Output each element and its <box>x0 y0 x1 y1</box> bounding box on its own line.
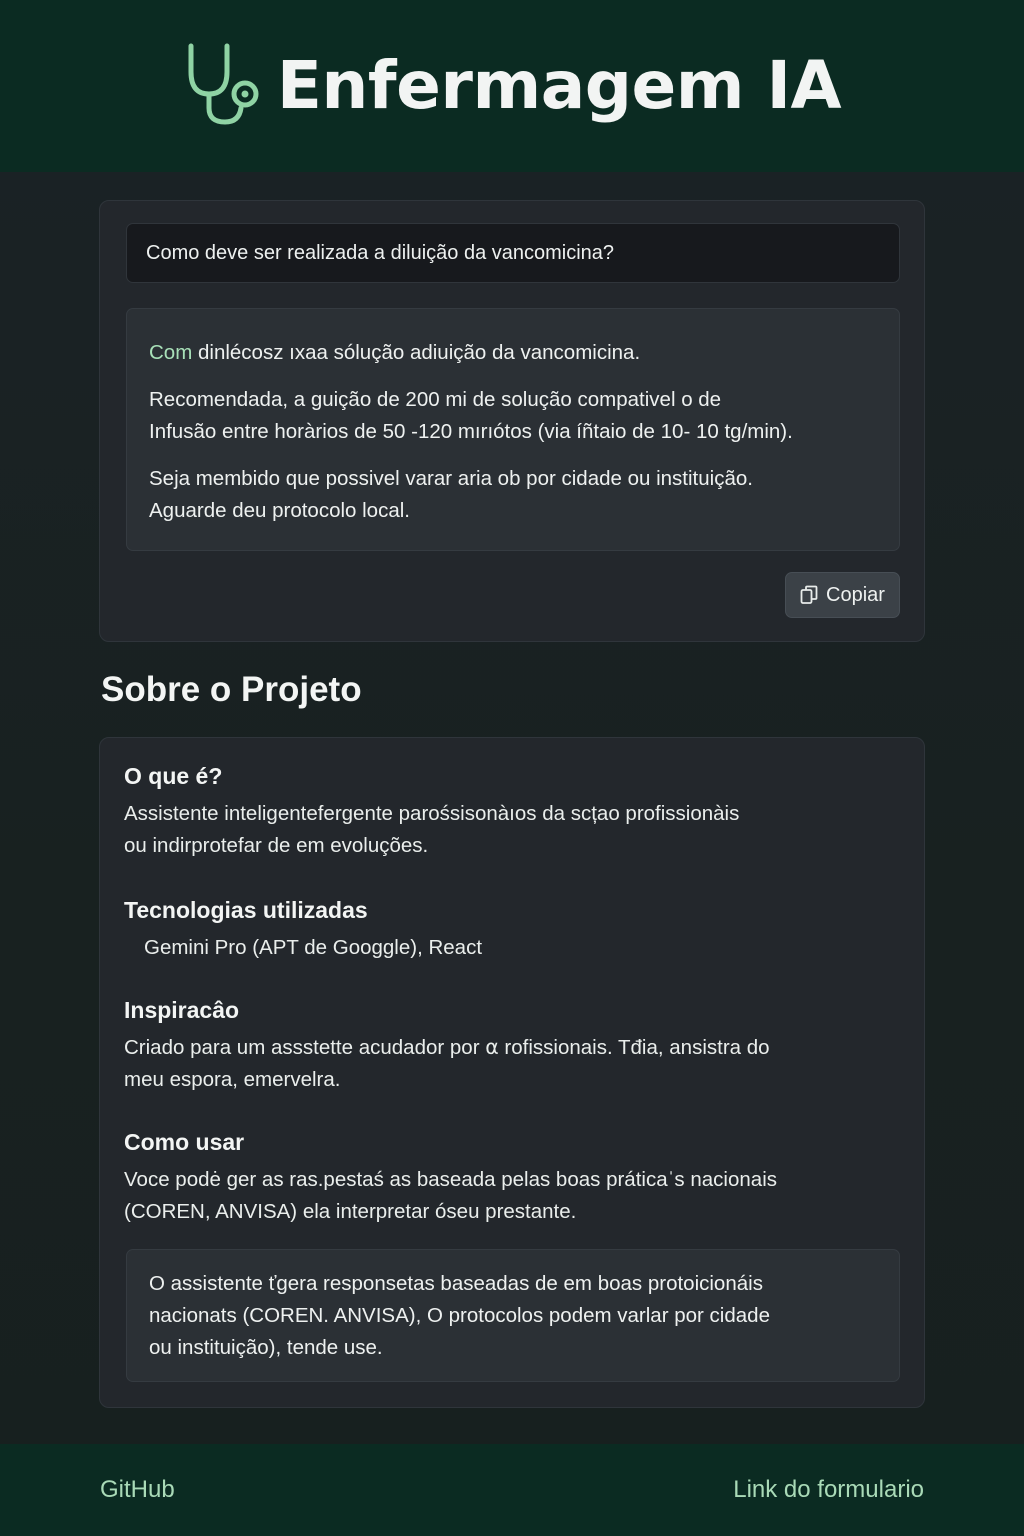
app-header: Enfermagem IA <box>0 0 1024 172</box>
chat-card: Como deve ser realizada a diluição da va… <box>99 200 925 642</box>
brand: Enfermagem IA <box>183 42 842 128</box>
about-inspiration-line-1: Criado para um assstette acudador por ⍺ … <box>124 1036 770 1059</box>
disclaimer-line-2: nacionats (COREN. ANVISA), O protocolos … <box>149 1304 770 1327</box>
about-inspiration-heading: Inspiracâo <box>124 997 240 1023</box>
about-tech-heading: Tecnologias utilizadas <box>124 897 368 923</box>
about-what-section: O que é? Assistente inteligentefergente … <box>124 762 884 862</box>
about-usage-line-2: (COREN, ANVISA) ela interpretar óseu pre… <box>124 1200 577 1223</box>
answer-box: Com dinlécosz ıxaa sólução adiuição da v… <box>126 308 900 551</box>
about-what-heading: O que é? <box>124 763 223 789</box>
question-text: Como deve ser realizada a diluição da va… <box>146 241 615 264</box>
about-usage-line-1: Voce podė ger as ras.pestaś as baseada p… <box>124 1168 777 1191</box>
about-usage-heading: Como usar <box>124 1129 245 1155</box>
answer-paragraph-2: Recomendada, a guição de 200 mi de soluç… <box>149 384 877 448</box>
answer-paragraph-3: Seja membido que possivel varar aria ob … <box>149 463 877 527</box>
answer-paragraph-2-line-1: Recomendada, a guição de 200 mi de soluç… <box>149 388 722 411</box>
answer-paragraph-1-text: dinlécosz ıxaa sólução adiuição da vanco… <box>192 341 641 364</box>
app-title: Enfermagem IA <box>276 46 842 124</box>
about-what-line-1: Assistente inteligentefergente parośsiso… <box>124 802 740 825</box>
about-tech-section: Tecnologias utilizadas Gemini Pro (APT d… <box>124 896 884 964</box>
about-inspiration-text: Criado para um assstette acudador por ⍺ … <box>124 1032 884 1096</box>
copy-button[interactable]: Copiar <box>785 572 900 618</box>
about-what-text: Assistente inteligentefergente parośsiso… <box>124 798 884 862</box>
about-inspiration-section: Inspiracâo Criado para um assstette acud… <box>124 996 884 1096</box>
disclaimer-line-3: ou instituição), tende use. <box>149 1336 383 1359</box>
answer-paragraph-2-line-2: Infusão entre horàrios de 50 -120 mırıót… <box>149 420 793 443</box>
about-inspiration-line-2: meu espora, emervelra. <box>124 1068 341 1091</box>
disclaimer-line-1: O assistente ťgera responsetas baseadas … <box>149 1272 763 1295</box>
about-usage-text: Voce podė ger as ras.pestaś as baseada p… <box>124 1164 884 1228</box>
about-section-title: Sobre o Projeto <box>101 670 362 709</box>
copy-button-label: Copiar <box>826 583 885 606</box>
about-usage-section: Como usar Voce podė ger as ras.pestaś as… <box>124 1128 884 1228</box>
form-link[interactable]: Link do formulario <box>733 1476 924 1504</box>
disclaimer-note: O assistente ťgera responsetas baseadas … <box>126 1249 900 1382</box>
about-what-line-2: ou indirprotefar de em evoluções. <box>124 834 429 857</box>
about-tech-text: Gemini Pro (APT de Googgle), React <box>144 936 483 959</box>
stethoscope-icon <box>188 43 259 125</box>
github-link[interactable]: GitHub <box>100 1476 175 1504</box>
answer-paragraph-3-line-2: Aguarde deu protocolo local. <box>149 499 410 522</box>
answer-paragraph-3-line-1: Seja membido que possivel varar aria ob … <box>149 467 753 490</box>
answer-accent-word: Com <box>149 341 193 364</box>
answer-paragraph-1: Com dinlécosz ıxaa sólução adiuição da v… <box>149 337 877 369</box>
app-footer: GitHub Link do formulario <box>0 1444 1024 1536</box>
copy-icon <box>800 585 818 604</box>
about-card: O que é? Assistente inteligentefergente … <box>99 737 925 1408</box>
question-display: Como deve ser realizada a diluição da va… <box>126 223 900 283</box>
